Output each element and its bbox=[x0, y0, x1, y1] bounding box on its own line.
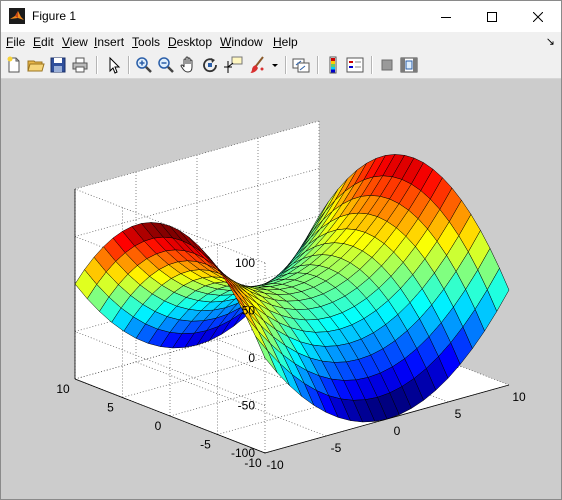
toolbar-separator bbox=[96, 56, 98, 74]
maximize-icon bbox=[487, 11, 497, 22]
x-tick-label: -5 bbox=[331, 441, 342, 455]
insert-colorbar-icon[interactable] bbox=[323, 55, 343, 75]
pan-hand-icon[interactable] bbox=[178, 55, 198, 75]
menu-tools[interactable]: Tools bbox=[132, 34, 160, 50]
dock-arrow-icon[interactable]: ↘ bbox=[546, 35, 555, 48]
z-tick-label: 100 bbox=[235, 256, 255, 270]
y-tick-label: -5 bbox=[200, 438, 211, 452]
matlab-logo-icon bbox=[9, 8, 25, 24]
y-tick-label: 5 bbox=[107, 401, 114, 415]
hide-plot-tools-icon[interactable] bbox=[377, 55, 397, 75]
menu-bar: File Edit View Insert Tools Desktop Wind… bbox=[1, 32, 561, 52]
zoom-out-icon[interactable] bbox=[156, 55, 176, 75]
open-file-icon[interactable] bbox=[26, 55, 46, 75]
z-tick-label: 0 bbox=[248, 351, 255, 365]
close-icon bbox=[533, 11, 543, 22]
brush-icon[interactable] bbox=[248, 55, 268, 75]
figure-window: Figure 1 File Edit View Insert Tools Des… bbox=[0, 0, 562, 500]
surface-plot[interactable]: -100-50050100-10-50510-10-50510 bbox=[1, 79, 561, 499]
y-tick-label: -10 bbox=[244, 456, 262, 470]
title-bar[interactable]: Figure 1 bbox=[1, 1, 561, 32]
menu-desktop[interactable]: Desktop bbox=[168, 34, 212, 50]
toolbar-separator bbox=[317, 56, 319, 74]
brush-dropdown-icon[interactable] bbox=[270, 55, 280, 75]
z-tick-label: 50 bbox=[242, 304, 256, 318]
new-figure-icon[interactable] bbox=[4, 55, 24, 75]
toolbar-separator bbox=[128, 56, 130, 74]
show-plot-tools-icon[interactable] bbox=[399, 55, 419, 75]
print-figure-icon[interactable] bbox=[70, 55, 90, 75]
menu-file[interactable]: File bbox=[6, 34, 25, 50]
maximize-button[interactable] bbox=[469, 1, 515, 32]
toolbar-separator bbox=[285, 56, 287, 74]
y-tick-label: 10 bbox=[56, 382, 70, 396]
minimize-button[interactable] bbox=[423, 1, 469, 32]
y-tick-label: 0 bbox=[155, 419, 162, 433]
toolbar-separator bbox=[371, 56, 373, 74]
zoom-in-icon[interactable] bbox=[134, 55, 154, 75]
save-figure-icon[interactable] bbox=[48, 55, 68, 75]
close-button[interactable] bbox=[515, 1, 561, 32]
x-tick-label: 5 bbox=[455, 407, 462, 421]
rotate-3d-icon[interactable] bbox=[200, 55, 220, 75]
menu-edit[interactable]: Edit bbox=[33, 34, 54, 50]
window-title: Figure 1 bbox=[32, 9, 77, 23]
edit-plot-arrow-icon[interactable] bbox=[103, 55, 123, 75]
figure-toolbar bbox=[1, 52, 561, 79]
figure-canvas[interactable]: -100 -50 0 50 100 -10 -5 0 5 10 -10 -5 0 5 10 bbox=[1, 79, 561, 499]
z-tick-label: -50 bbox=[238, 399, 256, 413]
link-plot-icon[interactable] bbox=[291, 55, 311, 75]
minimize-icon bbox=[441, 16, 451, 18]
insert-legend-icon[interactable] bbox=[345, 55, 365, 75]
x-tick-label: 0 bbox=[394, 424, 401, 438]
x-tick-label: 10 bbox=[512, 390, 526, 404]
menu-insert[interactable]: Insert bbox=[94, 34, 124, 50]
menu-view[interactable]: View bbox=[62, 34, 88, 50]
menu-help[interactable]: Help bbox=[273, 34, 298, 50]
data-cursor-icon[interactable] bbox=[224, 55, 244, 75]
x-tick-label: -10 bbox=[266, 458, 284, 472]
menu-window[interactable]: Window bbox=[220, 34, 263, 50]
